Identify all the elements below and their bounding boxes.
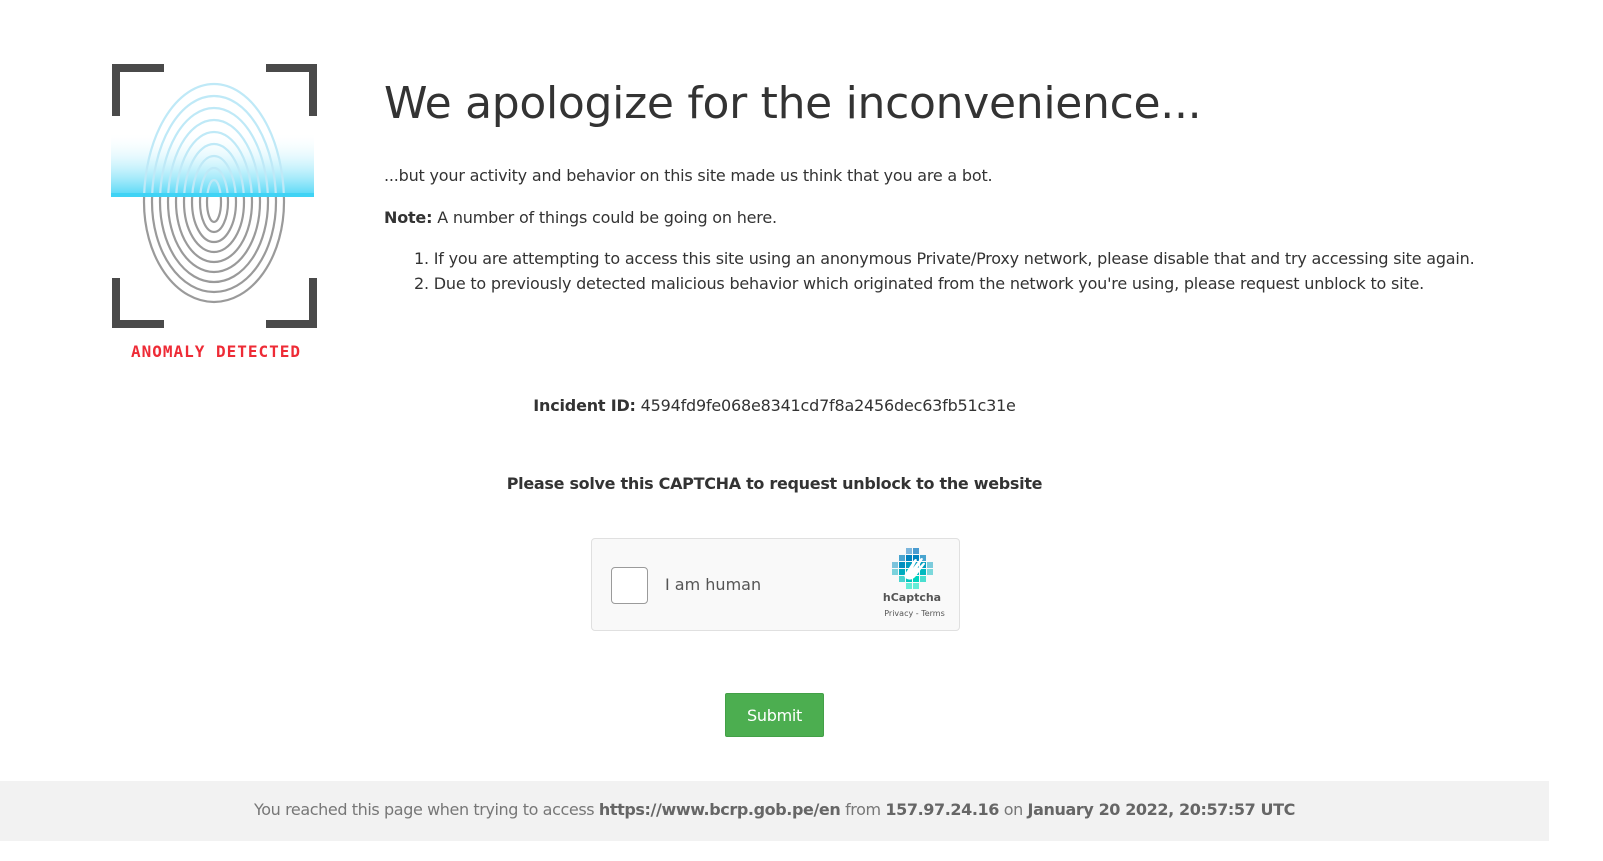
page-title: We apologize for the inconvenience... <box>384 78 1202 129</box>
hcaptcha-terms-link[interactable]: Terms <box>921 609 945 618</box>
hcaptcha-privacy-link[interactable]: Privacy <box>884 609 913 618</box>
hcaptcha-checkbox[interactable] <box>611 567 648 604</box>
fingerprint-scan-icon <box>111 64 317 328</box>
footer-text: You reached this page when trying to acc… <box>0 800 1549 819</box>
hcaptcha-links: Privacy - Terms <box>872 609 957 618</box>
footer-from: from <box>845 800 881 819</box>
hcaptcha-logo-icon <box>892 548 933 589</box>
hcaptcha-checkbox-label[interactable]: I am human <box>665 575 761 594</box>
note-label: Note: <box>384 208 433 227</box>
reason-item: 1. If you are attempting to access this … <box>414 249 1475 268</box>
reason-item: 2. Due to previously detected malicious … <box>414 274 1425 293</box>
note-text: Note: A number of things could be going … <box>384 208 777 227</box>
incident-value: 4594fd9fe068e8341cd7f8a2456dec63fb51c31e <box>640 396 1016 415</box>
incident-label: Incident ID: <box>533 396 636 415</box>
block-page: ANOMALY DETECTED We apologize for the in… <box>0 0 1603 861</box>
footer-on: on <box>1003 800 1024 819</box>
footer: You reached this page when trying to acc… <box>0 781 1549 841</box>
intro-text: ...but your activity and behavior on thi… <box>384 166 993 185</box>
footer-url: https://www.bcrp.gob.pe/en <box>598 800 841 819</box>
footer-prefix: You reached this page when trying to acc… <box>254 800 595 819</box>
anomaly-detected-caption: ANOMALY DETECTED <box>130 342 302 361</box>
submit-button[interactable]: Submit <box>725 693 824 737</box>
anomaly-logo: ANOMALY DETECTED <box>110 62 322 362</box>
note-body: A number of things could be going on her… <box>437 208 777 227</box>
hcaptcha-widget: I am human hCaptcha Privacy - Terms <box>591 538 960 631</box>
reasons-list: 1. If you are attempting to access this … <box>414 249 1475 299</box>
captcha-prompt: Please solve this CAPTCHA to request unb… <box>506 474 1043 493</box>
footer-timestamp: January 20 2022, 20:57:57 UTC <box>1027 800 1296 819</box>
hcaptcha-link-separator: - <box>915 609 919 618</box>
incident-id: Incident ID: 4594fd9fe068e8341cd7f8a2456… <box>0 396 1549 415</box>
footer-ip: 157.97.24.16 <box>885 800 1000 819</box>
hcaptcha-brand: hCaptcha <box>882 591 942 604</box>
